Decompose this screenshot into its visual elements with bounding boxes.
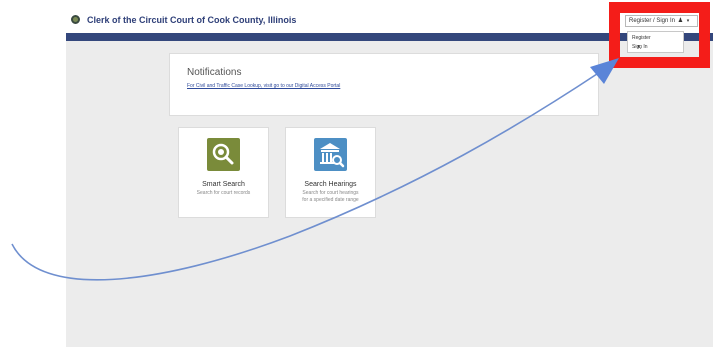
notifications-title: Notifications — [187, 67, 242, 78]
smart-search-title: Smart Search — [202, 181, 245, 188]
digital-access-portal-link[interactable]: For Civil and Traffic Case Lookup, visit… — [187, 83, 340, 89]
search-hearings-title: Search Hearings — [304, 181, 357, 188]
smart-search-tile[interactable]: Smart Search Search for court records — [178, 127, 269, 218]
site-title[interactable]: Clerk of the Circuit Court of Cook Count… — [87, 15, 296, 25]
search-hearings-tile[interactable]: Search Hearings Search for court hearing… — [285, 127, 376, 218]
court-seal-icon — [71, 15, 80, 24]
magnifier-icon — [207, 138, 240, 171]
smart-search-description: Search for court records — [196, 190, 251, 196]
courthouse-search-icon — [314, 138, 347, 171]
search-hearings-description: Search for court hearings for a specifie… — [302, 190, 359, 203]
highlight-box — [609, 2, 710, 68]
notifications-panel: Notifications For Civil and Traffic Case… — [169, 53, 599, 116]
